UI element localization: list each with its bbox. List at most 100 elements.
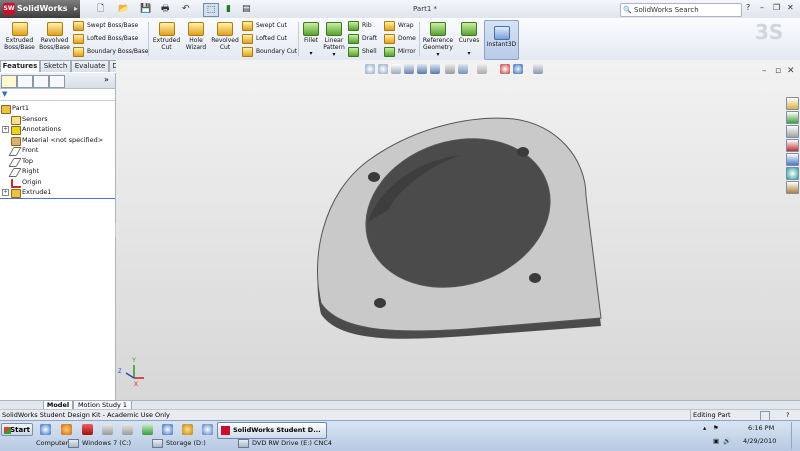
graphics-area[interactable]: Y Z X [116,60,800,400]
viewport-close-icon[interactable]: ✕ [787,66,795,76]
internet-explorer-icon[interactable] [40,424,51,435]
zoom-to-fit-icon[interactable] [365,64,375,74]
fillet-button[interactable]: Fillet ▾ [301,20,321,57]
tree-filter[interactable]: ▼ [0,89,115,101]
volume-icon[interactable]: 🔊 [723,437,731,445]
flag-icon[interactable]: ⚑ [713,424,719,432]
tree-item-front[interactable]: Front [0,145,115,156]
curves-dropdown-icon[interactable]: ▾ [456,50,482,57]
help-icon[interactable]: ? [746,3,750,12]
section-view-icon[interactable] [404,64,414,74]
search-box[interactable]: 🔍 SolidWorks Search [620,3,742,17]
firefox-icon[interactable] [61,424,72,435]
boundary-cut-button[interactable]: Boundary Cut [242,46,297,57]
extruded-cut-button[interactable]: Extruded Cut [151,20,182,51]
select-icon[interactable]: ⬚ [203,3,219,17]
drive-c[interactable]: Windows 7 (C:) [68,437,131,449]
search-results-icon[interactable] [786,139,799,152]
open-icon[interactable]: 📂 [118,3,129,15]
revolved-cut-button[interactable]: Revolved Cut [210,20,240,51]
custom-properties-icon[interactable] [786,181,799,194]
close-button[interactable]: ✕ [787,3,794,12]
drive-computer[interactable]: Computer [36,437,68,449]
configuration-manager-tab-icon[interactable] [33,75,49,88]
revolved-boss-base-button[interactable]: Revolved Boss/Base [38,20,71,51]
swept-cut-button[interactable]: Swept Cut [242,20,287,31]
curves-button[interactable]: Curves ▾ [456,20,482,57]
boundary-boss-base-button[interactable]: Boundary Boss/Base [73,46,148,57]
application-icon[interactable] [182,424,193,435]
restore-button[interactable]: ❐ [773,3,780,12]
options-icon[interactable]: ▤ [242,3,251,15]
media-icon[interactable] [162,424,173,435]
display-style-icon[interactable] [430,64,440,74]
clock-time[interactable]: 6:16 PM [748,424,774,432]
pattern-dropdown-icon[interactable]: ▾ [322,51,346,58]
dome-button[interactable]: Dome [384,33,416,44]
previous-view-icon[interactable] [391,64,401,74]
property-manager-tab-icon[interactable] [17,75,33,88]
expand-panel-icon[interactable]: » [104,75,109,84]
appearances-scenes-icon[interactable] [786,167,799,180]
tree-item-annotations[interactable]: + Annotations [0,124,115,135]
drive-e[interactable]: DVD RW Drive (E:) CNC4 [238,437,332,449]
network-icon[interactable]: ▣ [713,437,719,445]
hide-show-items-icon[interactable] [445,64,455,74]
file-explorer-icon[interactable] [786,125,799,138]
acrobat-icon[interactable] [82,424,93,435]
tab-evaluate[interactable]: Evaluate [71,60,109,72]
draft-button[interactable]: Draft [348,33,377,44]
edit-appearance-icon[interactable] [477,64,487,74]
minimize-button[interactable]: – [760,3,764,12]
solidworks-resources-icon[interactable] [786,97,799,110]
view-palette-icon[interactable] [786,153,799,166]
view-setting-icon[interactable] [533,64,543,74]
tree-item-right[interactable]: Right [0,166,115,177]
feature-tree-tab-icon[interactable] [1,75,17,88]
swept-boss-base-button[interactable]: Swept Boss/Base [73,20,138,31]
rib-button[interactable]: Rib [348,20,372,31]
undo-icon[interactable]: ↶ [182,3,190,15]
lofted-boss-base-button[interactable]: Lofted Boss/Base [73,33,138,44]
print-icon[interactable]: 🖶 [161,3,170,15]
new-document-icon[interactable]: 🗋 [97,3,104,15]
drive-d[interactable]: Storage (D:) [152,437,206,449]
expand-toggle-icon[interactable]: + [2,126,9,133]
save-icon[interactable]: 💾 [140,3,151,15]
start-button[interactable]: Start [1,423,33,436]
view-orientation-icon[interactable] [417,64,427,74]
tab-features[interactable]: Features [0,60,40,72]
wrap-button[interactable]: Wrap [384,20,414,31]
clock-date[interactable]: 4/29/2010 [743,437,776,445]
tab-sketch[interactable]: Sketch [40,60,71,72]
application-icon[interactable] [102,424,113,435]
viewport-minimize-icon[interactable]: – [762,66,767,76]
zoom-to-area-icon[interactable] [378,64,388,74]
rebuild-icon[interactable]: ▮ [226,3,231,15]
show-hidden-icons-icon[interactable]: ▴ [703,424,706,432]
viewport-restore-icon[interactable]: ▫ [775,66,781,76]
tree-item-part1[interactable]: Part1 [0,103,115,114]
realview-icon[interactable] [513,64,523,74]
reference-geometry-button[interactable]: Reference Geometry ▾ [421,20,455,58]
reference-dropdown-icon[interactable]: ▾ [421,51,455,58]
application-icon[interactable] [202,424,213,435]
expand-toggle-icon[interactable]: + [2,189,9,196]
tree-item-extrude1[interactable]: + Extrude1 [0,187,115,198]
extruded-boss-base-button[interactable]: Extruded Boss/Base [3,20,36,51]
instant3d-button[interactable]: Instant3D [484,20,519,60]
design-library-icon[interactable] [786,111,799,124]
lofted-cut-button[interactable]: Lofted Cut [242,33,287,44]
application-icon[interactable] [122,424,133,435]
fillet-dropdown-icon[interactable]: ▾ [301,50,321,57]
application-icon[interactable] [142,424,153,435]
linear-pattern-button[interactable]: Linear Pattern ▾ [322,20,346,58]
show-desktop-button[interactable] [791,422,799,449]
mirror-button[interactable]: Mirror [384,46,416,57]
dimxpert-manager-tab-icon[interactable] [49,75,65,88]
hole-wizard-button[interactable]: Hole Wizard [183,20,209,51]
shell-button[interactable]: Shell [348,46,377,57]
apply-scene-icon[interactable] [500,64,510,74]
solidworks-logo-menu[interactable]: SW SolidWorks ▸ [0,0,80,18]
view-settings-icon[interactable] [458,64,468,74]
